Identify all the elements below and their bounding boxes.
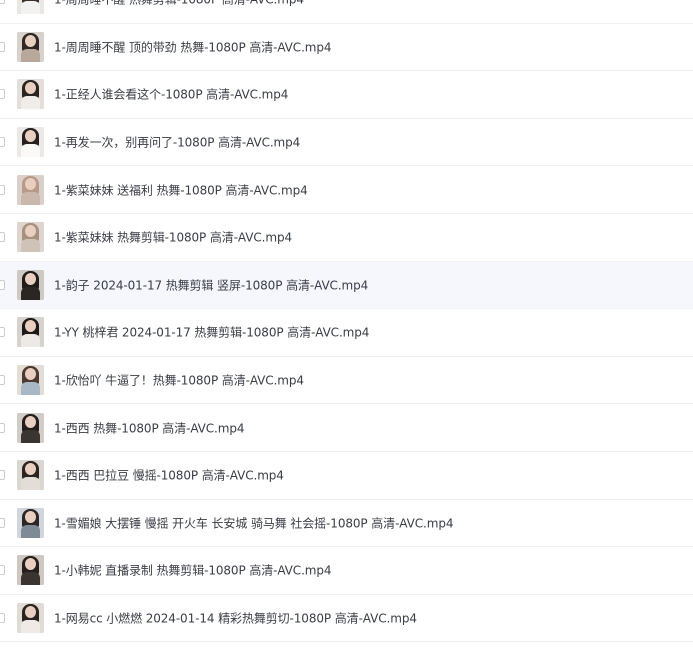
video-thumbnail-icon[interactable] [17,507,44,538]
file-name[interactable]: 1-周周睡不醒 顶的带劲 热舞-1080P 高清-AVC.mp4 [54,38,332,55]
file-name[interactable]: 1-欣怡吖 牛逼了！热舞-1080P 高清-AVC.mp4 [54,372,304,389]
file-row[interactable]: 1-周周睡不醒 热舞剪辑-1080P 高清-AVC.mp4 [0,0,693,24]
file-row[interactable]: 1-紫菜妹妹 热舞剪辑-1080P 高清-AVC.mp4 [0,214,693,262]
file-name[interactable]: 1-西西 热舞-1080P 高清-AVC.mp4 [54,419,245,436]
file-name[interactable]: 1-西西 巴拉豆 慢摇-1080P 高清-AVC.mp4 [54,467,284,484]
row-checkbox[interactable] [0,517,5,528]
file-row[interactable]: 1-欣怡吖 牛逼了！热舞-1080P 高清-AVC.mp4 [0,357,693,405]
file-row[interactable]: 1-紫菜妹妹 送福利 热舞-1080P 高清-AVC.mp4 [0,166,693,214]
row-checkbox[interactable] [0,327,5,338]
file-row[interactable]: 1-网易cc 小燃燃 2024-01-14 精彩热舞剪切-1080P 高清-AV… [0,595,693,643]
row-checkbox[interactable] [0,470,5,481]
video-thumbnail-icon[interactable] [17,317,44,348]
file-row[interactable]: 1-雪媚娘 大摆锤 慢摇 开火车 长安城 骑马舞 社会摇-1080P 高清-AV… [0,500,693,548]
row-checkbox[interactable] [0,565,5,576]
row-checkbox[interactable] [0,41,5,52]
row-checkbox[interactable] [0,422,5,433]
file-row[interactable]: 1-西西 巴拉豆 慢摇-1080P 高清-AVC.mp4 [0,452,693,500]
video-thumbnail-icon[interactable] [17,365,44,396]
video-thumbnail-icon[interactable] [17,269,44,300]
row-checkbox[interactable] [0,613,5,624]
file-name[interactable]: 1-紫菜妹妹 热舞剪辑-1080P 高清-AVC.mp4 [54,229,292,246]
row-checkbox[interactable] [0,375,5,386]
file-name[interactable]: 1-网易cc 小燃燃 2024-01-14 精彩热舞剪切-1080P 高清-AV… [54,610,417,627]
row-checkbox[interactable] [0,232,5,243]
file-row[interactable]: 1-YY 桃梓君 2024-01-17 热舞剪辑-1080P 高清-AVC.mp… [0,309,693,357]
video-thumbnail-icon[interactable] [17,31,44,62]
file-name[interactable]: 1-再发一次，别再问了-1080P 高清-AVC.mp4 [54,134,300,151]
file-name[interactable]: 1-紫菜妹妹 送福利 热舞-1080P 高清-AVC.mp4 [54,181,308,198]
row-checkbox[interactable] [0,0,5,5]
video-thumbnail-icon[interactable] [17,603,44,634]
file-row[interactable]: 1-再发一次，别再问了-1080P 高清-AVC.mp4 [0,119,693,167]
row-checkbox[interactable] [0,184,5,195]
file-row[interactable]: 1-正经人谁会看这个-1080P 高清-AVC.mp4 [0,71,693,119]
file-name[interactable]: 1-YY 桃梓君 2024-01-17 热舞剪辑-1080P 高清-AVC.mp… [54,324,369,341]
row-checkbox[interactable] [0,137,5,148]
video-thumbnail-icon[interactable] [17,127,44,158]
video-thumbnail-icon[interactable] [17,555,44,586]
video-thumbnail-icon[interactable] [17,174,44,205]
video-thumbnail-icon[interactable] [17,222,44,253]
file-name[interactable]: 1-雪媚娘 大摆锤 慢摇 开火车 长安城 骑马舞 社会摇-1080P 高清-AV… [54,514,453,531]
row-checkbox[interactable] [0,279,5,290]
file-name[interactable]: 1-小韩妮 直播录制 热舞剪辑-1080P 高清-AVC.mp4 [54,562,332,579]
video-thumbnail-icon[interactable] [17,79,44,110]
file-name[interactable]: 1-正经人谁会看这个-1080P 高清-AVC.mp4 [54,86,288,103]
video-thumbnail-icon[interactable] [17,460,44,491]
row-checkbox[interactable] [0,89,5,100]
video-thumbnail-icon[interactable] [17,0,44,15]
file-list: 1-周周睡不醒 热舞剪辑-1080P 高清-AVC.mp4 1-周周睡不醒 顶的带… [0,0,693,643]
file-row[interactable]: 1-韵子 2024-01-17 热舞剪辑 竖屏-1080P 高清-AVC.mp4 [0,261,693,310]
file-row[interactable]: 1-小韩妮 直播录制 热舞剪辑-1080P 高清-AVC.mp4 [0,547,693,595]
video-thumbnail-icon[interactable] [17,412,44,443]
file-name[interactable]: 1-周周睡不醒 热舞剪辑-1080P 高清-AVC.mp4 [54,0,304,8]
file-row[interactable]: 1-周周睡不醒 顶的带劲 热舞-1080P 高清-AVC.mp4 [0,24,693,72]
file-row[interactable]: 1-西西 热舞-1080P 高清-AVC.mp4 [0,404,693,452]
file-name[interactable]: 1-韵子 2024-01-17 热舞剪辑 竖屏-1080P 高清-AVC.mp4 [54,276,368,293]
